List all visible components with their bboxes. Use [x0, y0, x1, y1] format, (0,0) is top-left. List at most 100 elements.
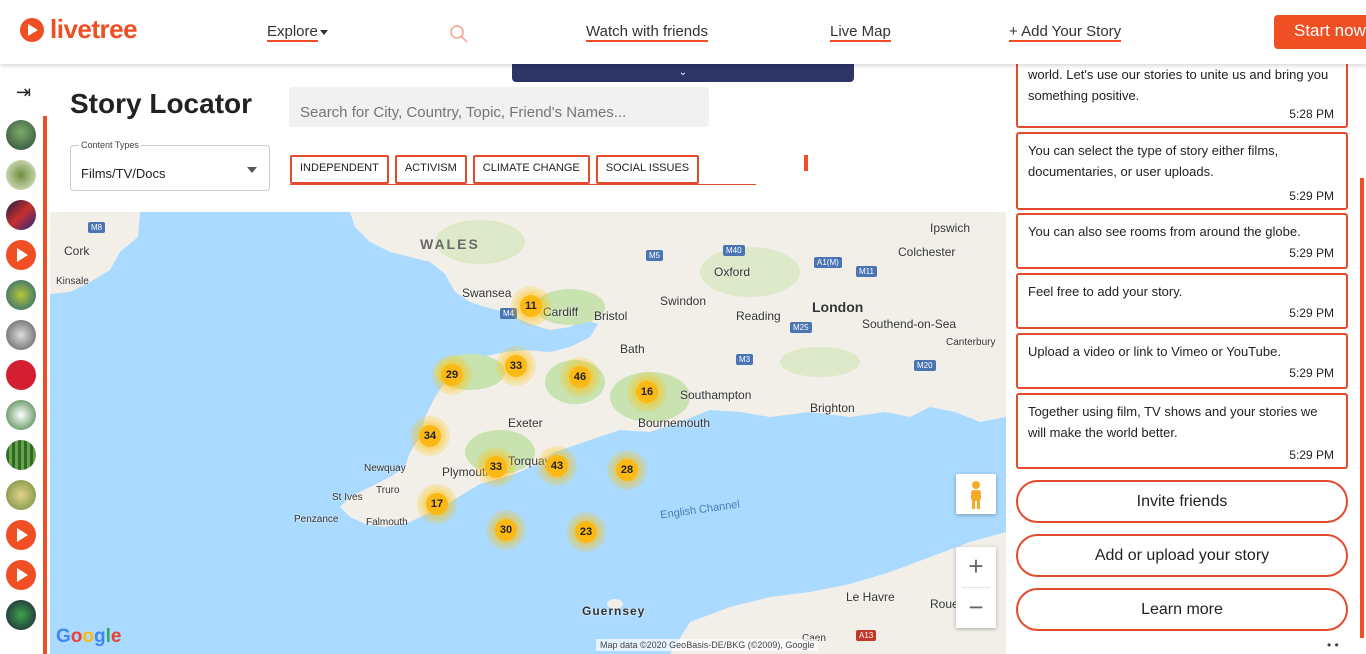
road-shield: M20: [914, 360, 936, 371]
chat-message-time: 5:29 PM: [1289, 189, 1334, 203]
story-cluster[interactable]: 43: [537, 446, 577, 486]
start-now-button[interactable]: Start now: [1274, 15, 1366, 49]
chat-panel: world. Let's use our stories to unite us…: [1010, 64, 1356, 654]
map-label-brighton: Brighton: [810, 401, 855, 415]
nav-live-map[interactable]: Live Map: [830, 23, 891, 42]
chat-message-text: Together using film, TV shows and your s…: [1028, 404, 1318, 440]
dropdown-caret-icon: [247, 167, 257, 173]
chat-message: You can also see rooms from around the g…: [1016, 213, 1348, 269]
room-avatar[interactable]: [6, 400, 36, 430]
rooms-sidebar: ⇥: [0, 64, 50, 654]
add-upload-story-button[interactable]: Add or upload your story: [1016, 534, 1348, 577]
room-avatar[interactable]: [6, 600, 36, 630]
google-logo-letter: o: [82, 626, 94, 647]
road-shield: M3: [736, 354, 754, 365]
story-cluster-count: 33: [485, 456, 507, 478]
room-avatar[interactable]: [6, 440, 36, 470]
tag-climate-change[interactable]: CLIMATE CHANGE: [472, 155, 590, 184]
room-avatar[interactable]: [6, 520, 36, 550]
story-cluster-count: 43: [546, 455, 568, 477]
nav-add-your-story[interactable]: + Add Your Story: [1009, 23, 1122, 42]
street-view-pegman-icon[interactable]: [956, 474, 996, 514]
map-label-ipswich: Ipswich: [930, 221, 971, 235]
story-cluster[interactable]: 34: [410, 416, 450, 456]
map-label-rouen: Roue: [930, 597, 959, 611]
search-icon[interactable]: [449, 24, 469, 44]
map-label-canterbury: Canterbury: [946, 337, 996, 348]
map-label-le-havre: Le Havre: [846, 590, 895, 604]
chat-message: Together using film, TV shows and your s…: [1016, 393, 1348, 469]
chat-message-time: 5:29 PM: [1289, 366, 1334, 380]
story-cluster[interactable]: 30: [486, 510, 526, 550]
road-shield: A13: [856, 630, 877, 641]
tag-social-issues[interactable]: SOCIAL ISSUES: [595, 155, 700, 184]
story-cluster[interactable]: 29: [432, 355, 472, 395]
road-shield: M25: [790, 322, 812, 333]
road-shield: M11: [856, 266, 877, 277]
nav-add-story-label: + Add Your Story: [1009, 23, 1122, 42]
map-label-southampton: Southampton: [680, 388, 752, 402]
room-avatar[interactable]: [6, 160, 36, 190]
nav-explore[interactable]: Explore: [267, 23, 328, 42]
room-avatar[interactable]: [6, 360, 36, 390]
map-label-bournemouth: Bournemouth: [638, 416, 711, 430]
room-avatar[interactable]: [6, 280, 36, 310]
content-types-value: Films/TV/Docs: [81, 166, 166, 181]
map-label-falmouth: Falmouth: [366, 517, 408, 528]
tag-activism[interactable]: ACTIVISM: [394, 155, 467, 184]
chat-message-text: Feel free to add your story.: [1028, 284, 1183, 299]
story-cluster[interactable]: 17: [417, 484, 457, 524]
map-label-truro: Truro: [376, 485, 400, 496]
chat-message-text: Upload a video or link to Vimeo or YouTu…: [1028, 344, 1281, 359]
tag-independent[interactable]: INDEPENDENT: [290, 155, 389, 184]
room-avatar[interactable]: [6, 320, 36, 350]
livetree-logo[interactable]: livetree: [20, 14, 138, 45]
story-cluster[interactable]: 11: [511, 286, 551, 326]
road-shield: M5: [646, 250, 664, 261]
story-search-input[interactable]: [289, 87, 709, 127]
story-cluster[interactable]: 16: [627, 372, 667, 412]
map-label-bristol: Bristol: [594, 309, 628, 323]
story-cluster[interactable]: 46: [560, 357, 600, 397]
pagination-dots[interactable]: • •: [1327, 638, 1339, 652]
story-cluster[interactable]: 33: [496, 346, 536, 386]
chat-message: You can select the type of story either …: [1016, 132, 1348, 210]
road-shield: M8: [88, 222, 106, 233]
map-label-southend: Southend-on-Sea: [862, 317, 957, 331]
room-avatar[interactable]: [6, 120, 36, 150]
expand-sidebar-icon[interactable]: ⇥: [16, 82, 31, 103]
map-label-bath: Bath: [620, 342, 645, 356]
chat-scrollbar[interactable]: [1360, 178, 1364, 638]
chevron-down-icon: ⌄: [678, 67, 688, 78]
nav-watch-with-friends[interactable]: Watch with friends: [586, 23, 708, 42]
story-cluster-count: 30: [495, 519, 517, 541]
drawer-toggle[interactable]: ⌄: [512, 64, 854, 82]
invite-friends-button[interactable]: Invite friends: [1016, 480, 1348, 523]
room-avatar[interactable]: [6, 200, 36, 230]
content-types-select[interactable]: Content Types Films/TV/Docs: [70, 140, 270, 191]
learn-more-button[interactable]: Learn more: [1016, 588, 1348, 631]
caret-down-icon: [319, 29, 328, 35]
map-label-oxford: Oxford: [714, 265, 751, 279]
story-cluster-count: 34: [419, 425, 441, 447]
map-label-london: London: [812, 299, 864, 315]
story-cluster[interactable]: 28: [607, 450, 647, 490]
story-cluster[interactable]: 23: [566, 512, 606, 552]
zoom-out-button[interactable]: −: [956, 588, 996, 628]
zoom-in-button[interactable]: +: [956, 547, 996, 587]
room-avatar[interactable]: [6, 240, 36, 270]
story-cluster[interactable]: 33: [476, 447, 516, 487]
map-label-newquay: Newquay: [364, 463, 406, 474]
page-title: Story Locator: [70, 88, 253, 119]
play-logo-icon: [20, 17, 44, 42]
room-avatar[interactable]: [6, 560, 36, 590]
map-label-swindon: Swindon: [660, 294, 707, 308]
chat-message-time: 5:28 PM: [1289, 107, 1334, 121]
room-avatar[interactable]: [6, 480, 36, 510]
chat-message-time: 5:29 PM: [1289, 448, 1334, 462]
story-cluster-count: 11: [520, 295, 542, 317]
story-map[interactable]: WALES Cork Kinsale Swansea Cardiff Brist…: [50, 212, 1006, 654]
map-label-kinsale: Kinsale: [56, 276, 89, 287]
nav-explore-label: Explore: [267, 23, 318, 42]
story-cluster-count: 46: [569, 366, 591, 388]
